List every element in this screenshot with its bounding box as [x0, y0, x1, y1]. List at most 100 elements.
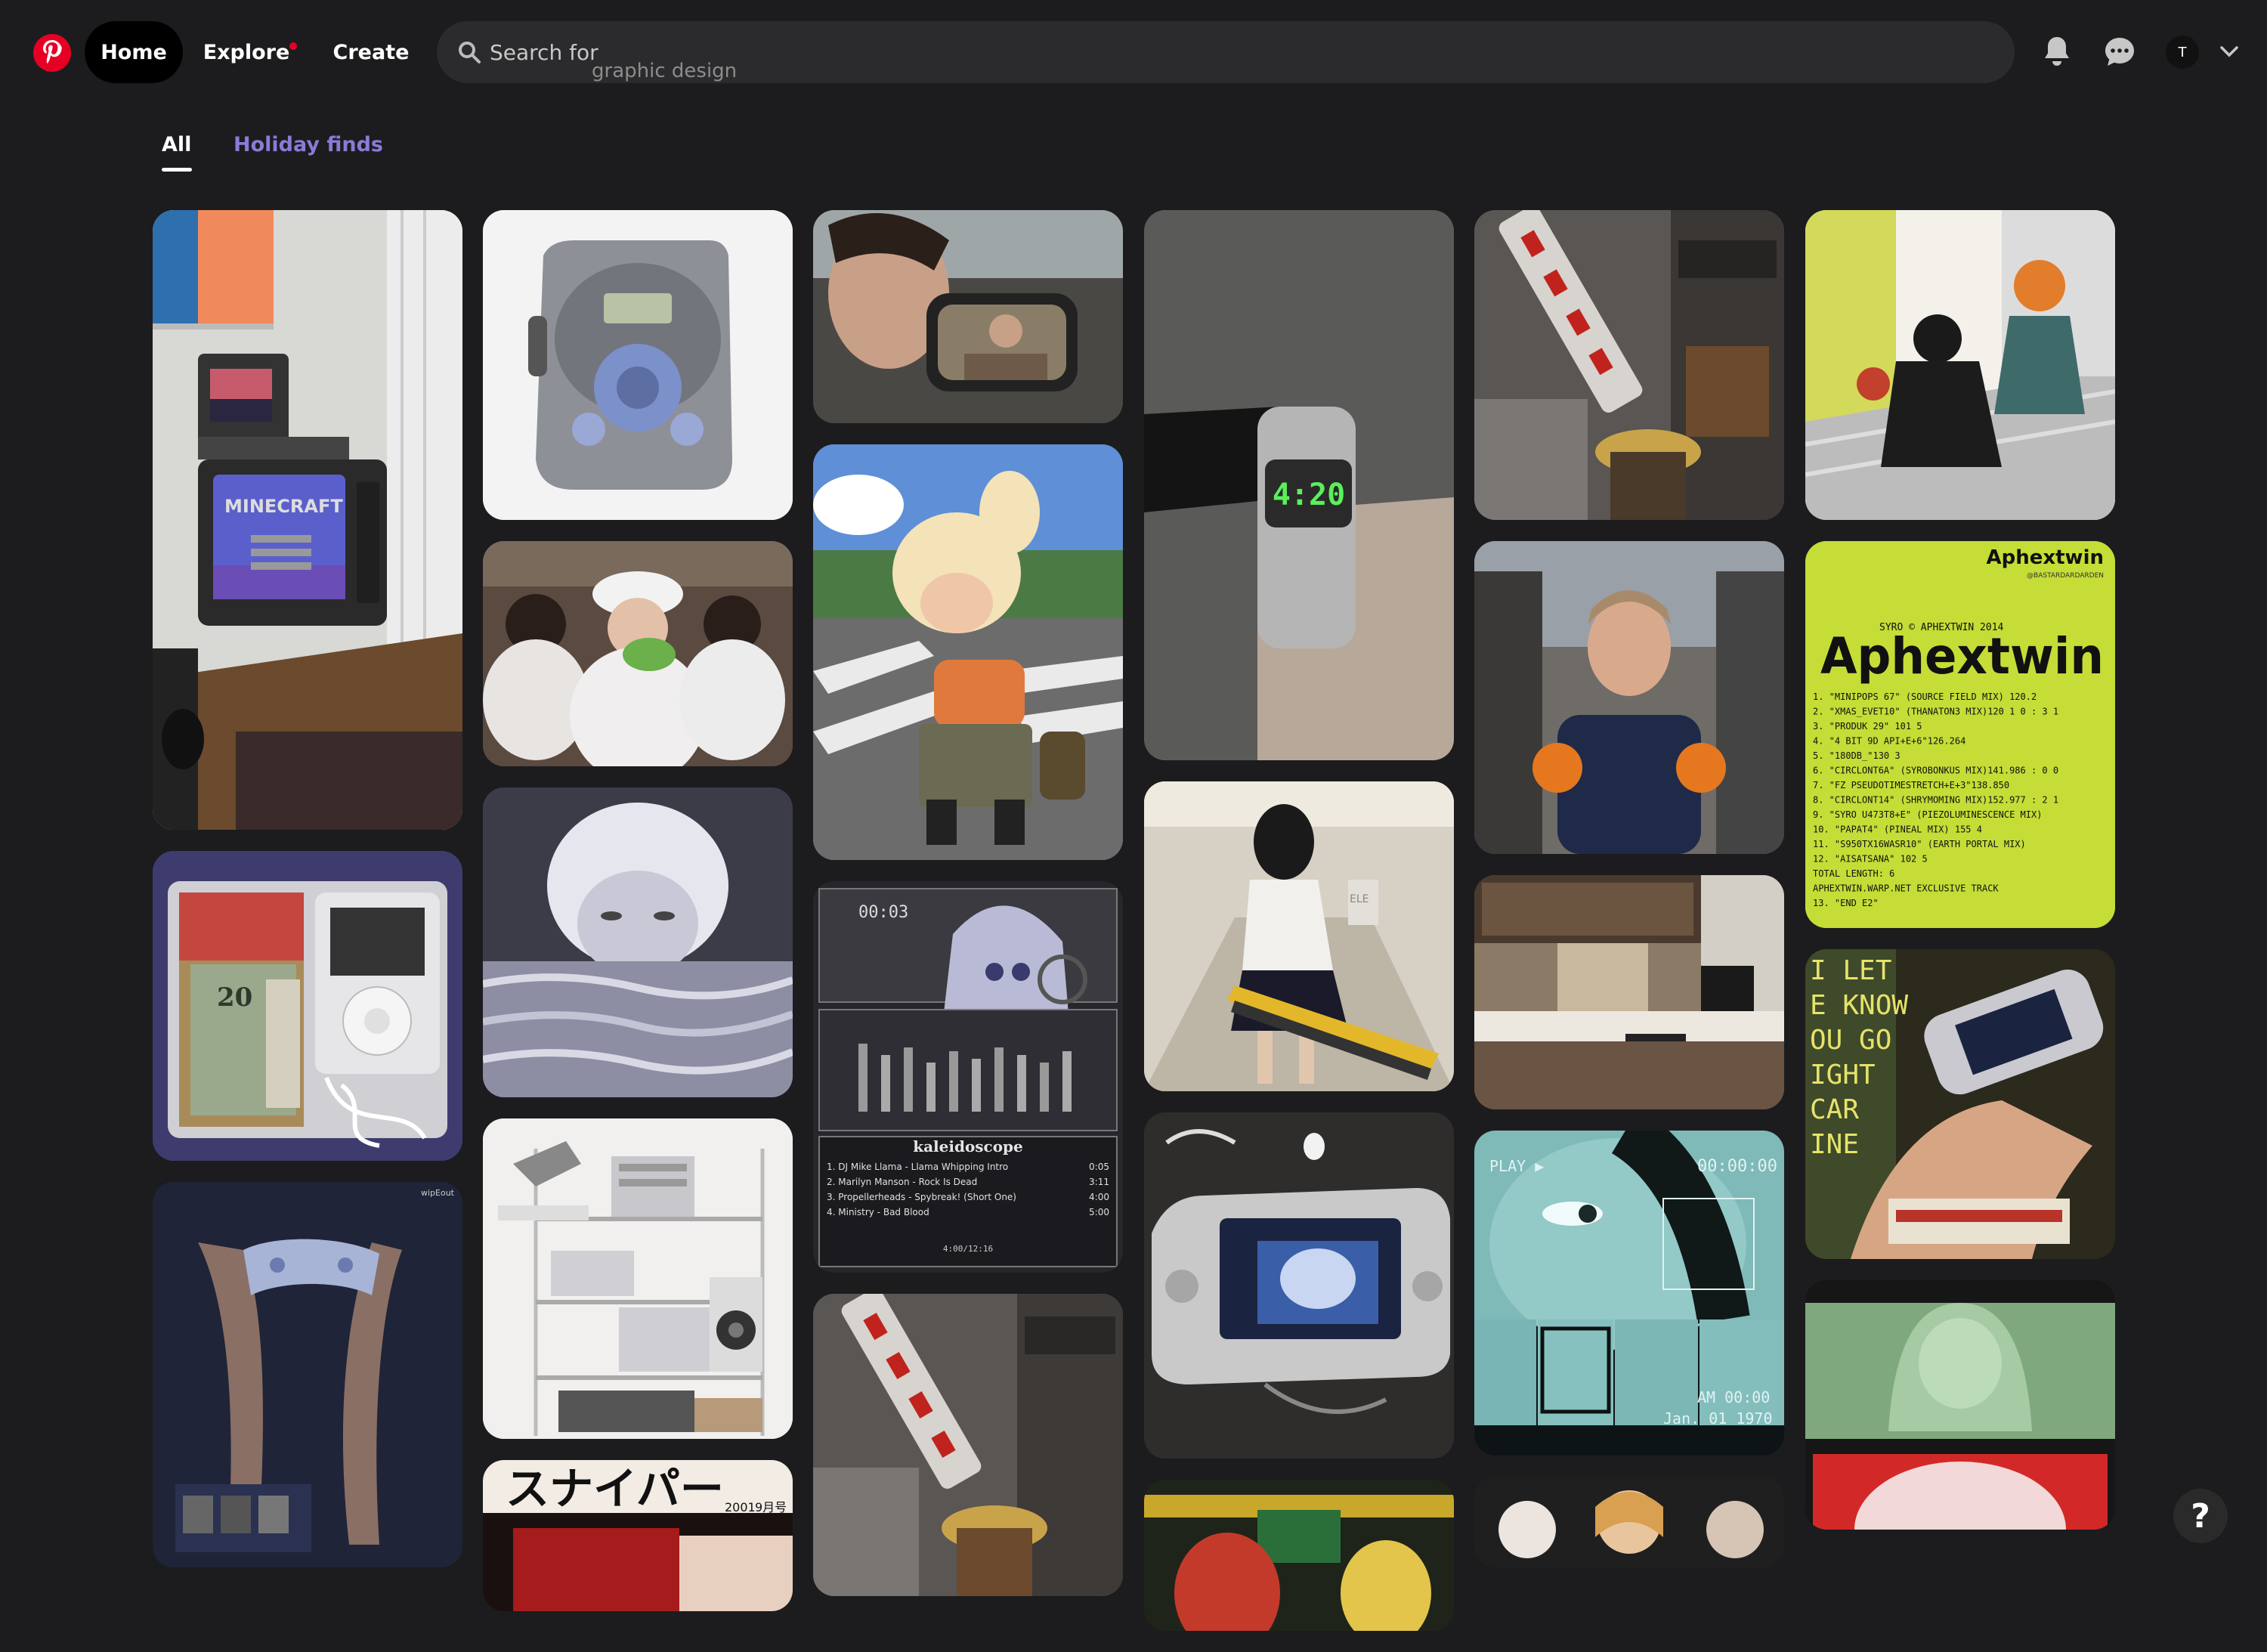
- pin-white-hair-water[interactable]: [483, 787, 793, 1097]
- aphex-track-line: APHEXTWIN.WARP.NET EXCLUSIVE TRACK: [1813, 883, 1999, 894]
- pin-chainsaw-girl-image: ELE: [1144, 781, 1454, 1091]
- pin-winamp-kaleidoscope-image: 00:03 kaleidoscope 1. DJ Mike Llama - Ll…: [813, 881, 1123, 1273]
- pin-sniper-magazine[interactable]: スナイパー 2001 9月号: [483, 1460, 793, 1611]
- pin-winamp-kaleidoscope[interactable]: 00:03 kaleidoscope 1. DJ Mike Llama - Ll…: [813, 881, 1123, 1273]
- letknow-text-line: OU GO: [1810, 1025, 1891, 1056]
- winamp-time: 00:03: [858, 903, 908, 922]
- letknow-text-line: E KNOW: [1810, 990, 1908, 1021]
- notifications-bell-icon[interactable]: [2036, 30, 2078, 73]
- help-button[interactable]: ?: [2173, 1489, 2228, 1543]
- pin-white-hair-water-image: [483, 787, 793, 1097]
- winamp-playlist-length: 3:11: [1089, 1177, 1109, 1187]
- sniper-title: スナイパー: [506, 1463, 724, 1514]
- explore-notification-dot: [289, 42, 297, 50]
- pin-minecraft-crt-image: MINECRAFT: [153, 210, 462, 830]
- pin-green-silhouette-image: [1805, 1280, 2115, 1530]
- pin-walkman[interactable]: [483, 210, 793, 520]
- pin-anime-escalator-image: [1805, 210, 2115, 520]
- pin-girls-parrot[interactable]: [483, 541, 793, 766]
- pin-let-know-handheld-image: I LET E KNOW OU GO IGHTCAR INE: [1805, 949, 2115, 1259]
- winamp-playlist-length: 5:00: [1089, 1207, 1109, 1217]
- tab-holiday-finds[interactable]: Holiday finds: [234, 133, 383, 156]
- sniper-month: 9月号: [755, 1500, 787, 1514]
- aphex-track-line: TOTAL LENGTH: 6: [1813, 868, 1894, 879]
- sniper-year: 2001: [725, 1500, 756, 1514]
- pin-home-office[interactable]: [1474, 875, 1784, 1109]
- pin-katana-shifter-image: [1474, 210, 1784, 520]
- pin-let-know-handheld[interactable]: I LET E KNOW OU GO IGHT CAR INE: [1805, 949, 2115, 1259]
- pin-digital-watch[interactable]: 4:20: [1144, 210, 1454, 760]
- pin-aphex-twin-syro[interactable]: Aphextwin @BASTARDARDARDEN SYRO © APHEXT…: [1805, 541, 2115, 928]
- pin-psp-handheld-image: [1144, 1112, 1454, 1459]
- pin-aphex-twin-syro-image: Aphextwin @BASTARDARDARDEN SYRO © APHEXT…: [1805, 541, 2115, 928]
- pin-psx-controller[interactable]: wipEout: [153, 1182, 462, 1567]
- vhs-play-label: PLAY ▶: [1489, 1157, 1544, 1175]
- winamp-playlist-item: 2. Marilyn Manson - Rock Is Dead: [827, 1177, 977, 1187]
- pin-ipod-wallet[interactable]: 20: [153, 851, 462, 1161]
- nav-create-button[interactable]: Create: [323, 21, 419, 83]
- aphex-wordmark: Aphextwin: [1820, 627, 2104, 685]
- letknow-text-line: INE: [1810, 1129, 1859, 1160]
- vhs-time: 00:00:00: [1697, 1157, 1777, 1176]
- tab-all-underline: [162, 168, 192, 172]
- search-suggestion-ticker: graphic design: [592, 60, 738, 82]
- pin-green-silhouette[interactable]: [1805, 1280, 2115, 1530]
- search-bar[interactable]: graphic design: [437, 21, 2015, 83]
- letknow-text-line: CAR: [1810, 1094, 1859, 1125]
- pin-ipod-wallet-image: 20: [153, 851, 462, 1161]
- dollar-value: 20: [217, 982, 252, 1013]
- pin-arcade-poster[interactable]: [1144, 1480, 1454, 1631]
- watch-time: 4:20: [1273, 478, 1345, 512]
- aphex-track-line: 8. "CIRCLONT14" (SHRYMOMING MIX)152.977 …: [1813, 795, 2058, 806]
- pin-man-oranges-image: [1474, 541, 1784, 854]
- winamp-playlist-item: 4. Ministry - Bad Blood: [827, 1207, 929, 1217]
- pin-vhs-eyes[interactable]: PLAY ▶ 00:00:00 AM 00:00 Jan. 01 1970: [1474, 1131, 1784, 1456]
- pin-group-photo[interactable]: [1474, 1477, 1784, 1567]
- pin-crosswalk-girl[interactable]: [813, 444, 1123, 860]
- user-avatar[interactable]: T: [2166, 36, 2199, 69]
- vhs-am: AM 00:00: [1697, 1388, 1770, 1406]
- pin-column-6: Aphextwin @BASTARDARDARDEN SYRO © APHEXT…: [1805, 210, 2115, 1551]
- aphex-track-line: 12. "AISATSANA" 102 5: [1813, 854, 1928, 865]
- aphex-brand: Aphextwin: [1986, 546, 2104, 569]
- aphex-track-line: 7. "FZ PSEUDOTIMESTRETCH+E+3"138.850: [1813, 780, 2009, 790]
- account-chevron-down-icon[interactable]: [2216, 41, 2243, 63]
- winamp-playlist-item: 1. DJ Mike Llama - Llama Whipping Intro: [827, 1162, 1008, 1172]
- messages-chat-icon[interactable]: [2098, 30, 2141, 73]
- pin-column-4: 4:20 ELE: [1144, 210, 1454, 1652]
- pin-psx-controller-image: wipEout: [153, 1182, 462, 1567]
- winamp-playlist-title: kaleidoscope: [913, 1137, 1023, 1155]
- pin-man-oranges[interactable]: [1474, 541, 1784, 854]
- aphex-track-line: 1. "MINIPOPS 67" (SOURCE FIELD MIX) 120.…: [1813, 691, 2037, 702]
- vhs-date: Jan. 01 1970: [1663, 1409, 1773, 1428]
- aphex-track-line: 13. "END E2": [1813, 898, 1879, 908]
- pin-girls-parrot-image: [483, 541, 793, 766]
- pin-katana-shifter[interactable]: [1474, 210, 1784, 520]
- pin-psp-handheld[interactable]: [1144, 1112, 1454, 1459]
- pin-chainsaw-girl[interactable]: ELE: [1144, 781, 1454, 1091]
- pin-arcade-poster-image: [1144, 1480, 1454, 1631]
- pin-car-mirror[interactable]: [813, 210, 1123, 423]
- winamp-playlist-length: 0:05: [1089, 1162, 1109, 1172]
- pin-katana-shifter-2[interactable]: [813, 1294, 1123, 1596]
- aphex-track-line: 5. "180DB_"130 3: [1813, 750, 1901, 761]
- pin-minecraft-crt[interactable]: MINECRAFT: [153, 210, 462, 830]
- aphex-track-line: 9. "SYRO U473T8+E" (PIEZOLUMINESCENCE MI…: [1813, 809, 2042, 820]
- pin-crosswalk-girl-image: [813, 444, 1123, 860]
- aphex-byline: @BASTARDARDARDEN: [2027, 572, 2104, 580]
- pin-stereo-shelf[interactable]: [483, 1118, 793, 1439]
- nav-home-button[interactable]: Home: [85, 21, 183, 83]
- search-icon: [459, 42, 481, 63]
- psx-brand-label: wipEout: [421, 1188, 455, 1198]
- tab-all[interactable]: All: [162, 133, 191, 156]
- pinterest-logo-icon[interactable]: [33, 34, 71, 72]
- pin-column-5: PLAY ▶ 00:00:00 AM 00:00 Jan. 01 1970: [1474, 210, 1784, 1589]
- pin-stereo-shelf-image: [483, 1118, 793, 1439]
- aphex-track-line: 3. "PRODUK 29" 101 5: [1813, 721, 1922, 732]
- pin-anime-escalator[interactable]: [1805, 210, 2115, 520]
- pin-digital-watch-image: 4:20: [1144, 210, 1454, 760]
- nav-explore-button[interactable]: Explore: [190, 21, 302, 83]
- pin-sniper-magazine-image: スナイパー 2001 9月号: [483, 1460, 793, 1611]
- pin-column-1: MINECRAFT 20 wipEout: [153, 210, 462, 1589]
- winamp-counter: 4:00/12:16: [943, 1244, 993, 1254]
